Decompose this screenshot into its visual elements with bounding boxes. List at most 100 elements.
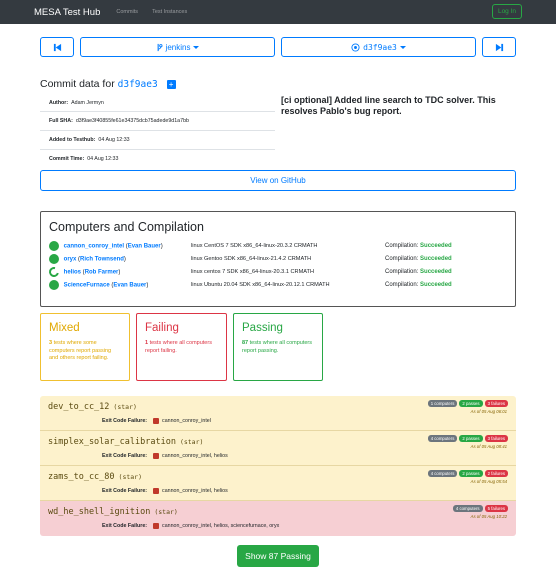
nav-test-instances[interactable]: Test Instances — [152, 9, 187, 15]
card-title: Failing — [145, 322, 179, 334]
divider — [40, 111, 275, 112]
nav-commits[interactable]: Commits — [116, 9, 138, 15]
view-on-github-button[interactable]: View on GitHub — [40, 170, 516, 191]
check-circle-icon — [49, 241, 59, 251]
commit-added-row: Added to Testhub: 04 Aug 12:33 — [40, 134, 275, 146]
failures-badge: 3 failures — [484, 400, 508, 407]
show-passing-button[interactable]: Show 87 Passing — [237, 545, 319, 567]
passing-card[interactable]: Passing 87 tests where all computers rep… — [233, 313, 323, 381]
step-forward-icon — [495, 43, 503, 51]
brand[interactable]: MESA Test Hub — [34, 7, 100, 18]
exit-computers: cannon_conroy_intel, helios — [162, 453, 228, 459]
compilation-label: Compilation: — [385, 282, 419, 288]
user-link[interactable]: Evan Bauer — [128, 244, 161, 250]
platform-info: linux centos 7 SDK x86_64-linux-20.3.1 C… — [191, 269, 315, 275]
commit-message: [ci optional] Added line search to TDC s… — [281, 95, 496, 116]
commit-sha-link[interactable]: d3f9ae3 — [118, 79, 158, 90]
check-circle-icon — [49, 254, 59, 264]
card-count: 87 — [242, 340, 249, 346]
field-label: Commit Time: — [49, 156, 85, 162]
branch-label: jenkins — [165, 42, 191, 52]
navbar: MESA Test Hub Commits Test Instances Log… — [0, 0, 556, 24]
branch-select[interactable]: jenkins — [80, 37, 275, 57]
exit-computers: cannon_conroy_intel, helios — [162, 488, 228, 494]
commit-author-row: Author: Adam Jermyn — [40, 97, 275, 109]
compilation-label: Compilation: — [385, 256, 419, 262]
as-of-time: As of 05 Aug 08:41 — [470, 444, 507, 449]
user-link[interactable]: Evan Bauer — [113, 283, 146, 289]
step-backward-icon — [53, 43, 61, 51]
compilation-status: Succeeded — [420, 269, 452, 275]
compilation-status: Succeeded — [420, 256, 452, 262]
computers-panel: Computers and Compilation cannon_conroy_… — [40, 211, 516, 307]
card-text: tests where all computers report failing… — [145, 340, 212, 354]
exit-label: Exit Code Failure: — [102, 523, 148, 529]
field-value: d3f9ae3f40855fe61e34375dcb75adede9d1a7bb — [75, 118, 189, 124]
field-label: Author: — [49, 100, 69, 106]
plus-square-icon[interactable] — [153, 488, 160, 494]
test-module: (star) — [113, 403, 137, 411]
card-text: tests where some computers report passin… — [49, 340, 112, 361]
failures-badge: 3 failures — [484, 435, 508, 442]
user-link[interactable]: Rob Farmer — [85, 270, 119, 276]
failing-card[interactable]: Failing 1 tests where all computers repo… — [136, 313, 227, 381]
computer-row: helios (Rob Farmer) linux centos 7 SDK x… — [47, 265, 509, 279]
computers-badge: 1 computers — [427, 400, 458, 407]
exit-computers: cannon_conroy_intel — [162, 418, 211, 424]
plus-square-icon[interactable] — [153, 523, 160, 529]
computer-link[interactable]: ScienceFurnace — [64, 283, 110, 289]
failures-badge: 5 failures — [484, 505, 508, 512]
field-label: Added to Testhub: — [49, 137, 96, 143]
spinner-icon — [47, 265, 61, 279]
test-module: (star) — [179, 438, 204, 446]
compilation-status: Succeeded — [420, 243, 452, 249]
field-value: 04 Aug 12:33 — [87, 156, 119, 162]
computers-badge: 4 computers — [427, 470, 458, 477]
test-row[interactable]: simplex_solar_calibration (star) 4 comput… — [40, 431, 516, 466]
divider — [40, 130, 275, 131]
user-link[interactable]: Rich Townsend — [80, 257, 124, 263]
plus-square-icon[interactable]: + — [166, 79, 176, 89]
branch-icon — [157, 43, 163, 51]
passes-badge: 2 passes — [459, 400, 483, 407]
exit-label: Exit Code Failure: — [102, 453, 148, 459]
test-row[interactable]: zams_to_cc_80 (star) 4 computers 2 passes… — [40, 466, 516, 501]
login-button[interactable]: Log In — [492, 4, 522, 19]
test-row[interactable]: dev_to_cc_12 (star) 1 computers 2 passes … — [40, 396, 516, 431]
test-name[interactable]: zams_to_cc_80 — [48, 472, 115, 482]
computer-link[interactable]: oryx — [64, 257, 77, 263]
test-name[interactable]: dev_to_cc_12 — [48, 402, 109, 412]
plus-square-icon[interactable] — [153, 418, 160, 424]
platform-info: linux CentOS 7 SDK x86_64-linux-20.3.2 C… — [191, 243, 318, 249]
previous-commit-button[interactable] — [40, 37, 74, 57]
passes-badge: 2 passes — [459, 435, 483, 442]
next-commit-button[interactable] — [482, 37, 516, 57]
computer-row: ScienceFurnace (Evan Bauer) linux Ubuntu… — [49, 279, 509, 291]
passes-badge: 2 passes — [459, 470, 483, 477]
failures-badge: 2 failures — [484, 470, 508, 477]
computers-heading: Computers and Compilation — [49, 220, 204, 234]
computers-badge: 4 computers — [427, 435, 458, 442]
mixed-card[interactable]: Mixed 3 tests where some computers repor… — [40, 313, 130, 381]
platform-info: linux Gentoo SDK x86_64-linux-21.4.2 CRM… — [191, 256, 312, 262]
computer-link[interactable]: helios — [64, 270, 81, 276]
as-of-time: As of 05 Aug 06:01 — [470, 409, 507, 414]
field-value: Adam Jermyn — [71, 100, 104, 106]
commit-time-row: Commit Time: 04 Aug 12:33 — [40, 153, 275, 165]
commit-sha-row: Full SHA: d3f9ae3f40855fe61e34375dcb75ad… — [40, 115, 275, 127]
plus-square-icon[interactable] — [153, 453, 160, 459]
compilation-status: Succeeded — [420, 282, 452, 288]
field-value: 04 Aug 12:33 — [98, 137, 130, 143]
card-count: 3 — [49, 340, 53, 346]
divider — [40, 149, 275, 150]
commit-select[interactable]: d3f9ae3 — [281, 37, 476, 57]
check-circle-icon — [49, 280, 59, 290]
computer-link[interactable]: cannon_conroy_intel — [64, 244, 124, 250]
test-row[interactable]: wd_he_shell_ignition (star) 4 computers 5… — [40, 501, 516, 536]
card-count: 1 — [145, 340, 149, 346]
commit-label: d3f9ae3 — [363, 42, 397, 52]
test-name[interactable]: simplex_solar_calibration — [48, 437, 176, 447]
as-of-time: As of 05 Aug 05:54 — [470, 479, 507, 484]
commit-heading-prefix: Commit data for — [40, 78, 115, 90]
test-name[interactable]: wd_he_shell_ignition — [48, 507, 150, 517]
